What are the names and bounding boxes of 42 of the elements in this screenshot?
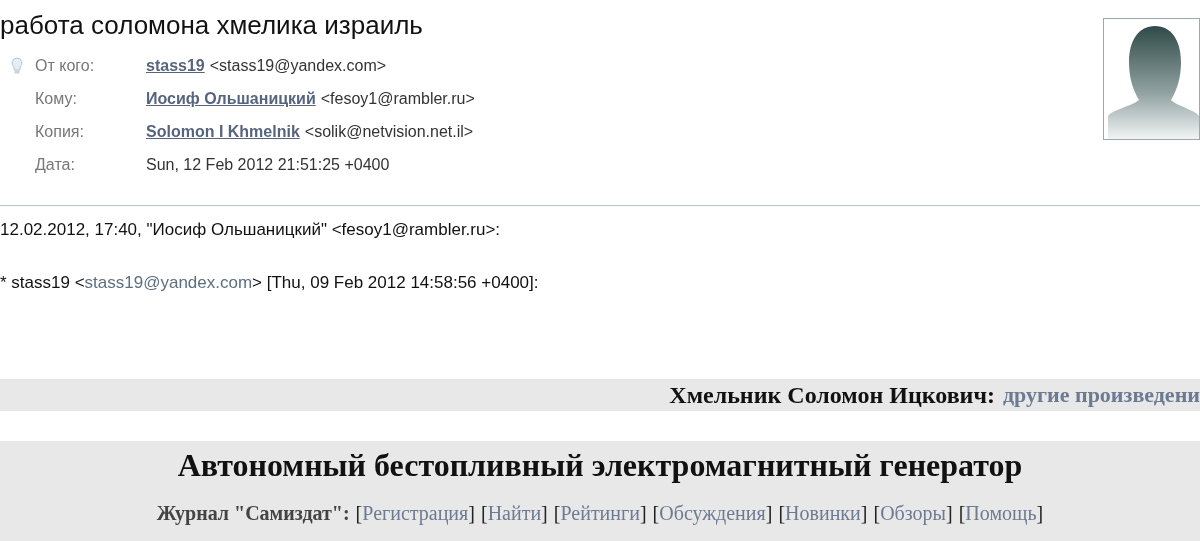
bracket: ] <box>1036 502 1044 524</box>
bracket: [ <box>652 502 660 524</box>
nav-link[interactable]: Обсуждения <box>659 502 766 524</box>
email-address: <stass19@yandex.com> <box>209 56 387 74</box>
bracket: ] <box>860 502 868 524</box>
bracket: [ <box>553 502 561 524</box>
header-label: Дата: <box>35 155 76 174</box>
author-name: Хмельник Соломон Ицкович: <box>669 381 995 409</box>
quote-line: 12.02.2012, 17:40, "Иосиф Ольшаницкий" <fesoy1@rambler.ru>: <box>0 220 502 240</box>
header-label: Кому: <box>35 89 78 108</box>
nav-link[interactable]: Регистрация <box>362 502 469 524</box>
nav-link[interactable]: Новинки <box>785 502 861 524</box>
nav-link[interactable]: Помощь <box>965 502 1037 524</box>
bracket: ] <box>946 502 953 524</box>
nav-link[interactable]: Обзоры <box>880 502 946 524</box>
email-subject: работа соломона хмелика израиль <box>0 9 424 42</box>
bracket: [ <box>355 502 363 524</box>
bracket: [ <box>873 502 881 524</box>
sender-link[interactable]: Иосиф Ольшаницкий <box>146 89 316 107</box>
bracket: [ <box>480 502 488 524</box>
page-title: Автономный бестопливный электромагнитный генератор <box>176 446 1024 484</box>
journal-label: Журнал "Самиздат": <box>156 502 350 525</box>
header-label: От кого: <box>35 56 96 75</box>
nav-link[interactable]: Найти <box>487 502 542 524</box>
nav-link[interactable]: Рейтинги <box>560 502 640 524</box>
bracket: ] <box>639 502 647 524</box>
bracket: ] <box>541 502 548 524</box>
date-value: Sun, 12 Feb 2012 21:51:25 +0400 <box>146 155 390 173</box>
lightbulb-icon <box>10 56 23 75</box>
bracket: ] <box>765 502 773 524</box>
email-address: <fesoy1@rambler.ru> <box>320 89 475 107</box>
email-link[interactable]: stass19@yandex.com <box>84 273 253 292</box>
quote-text: > [Thu, 09 Feb 2012 14:58:56 +0400]: <box>252 273 539 292</box>
sender-link[interactable]: Solomon I Khmelnik <box>146 122 300 140</box>
bracket: ] <box>468 502 475 524</box>
works-link[interactable]: другие произведени <box>1002 382 1200 408</box>
quote-text: * stass19 < <box>0 273 85 292</box>
bracket: [ <box>778 502 786 524</box>
email-address: <solik@netvision.net.il> <box>304 122 474 140</box>
sender-link[interactable]: stass19 <box>146 56 205 74</box>
header-label: Копия: <box>35 122 85 141</box>
bracket: [ <box>958 502 966 524</box>
